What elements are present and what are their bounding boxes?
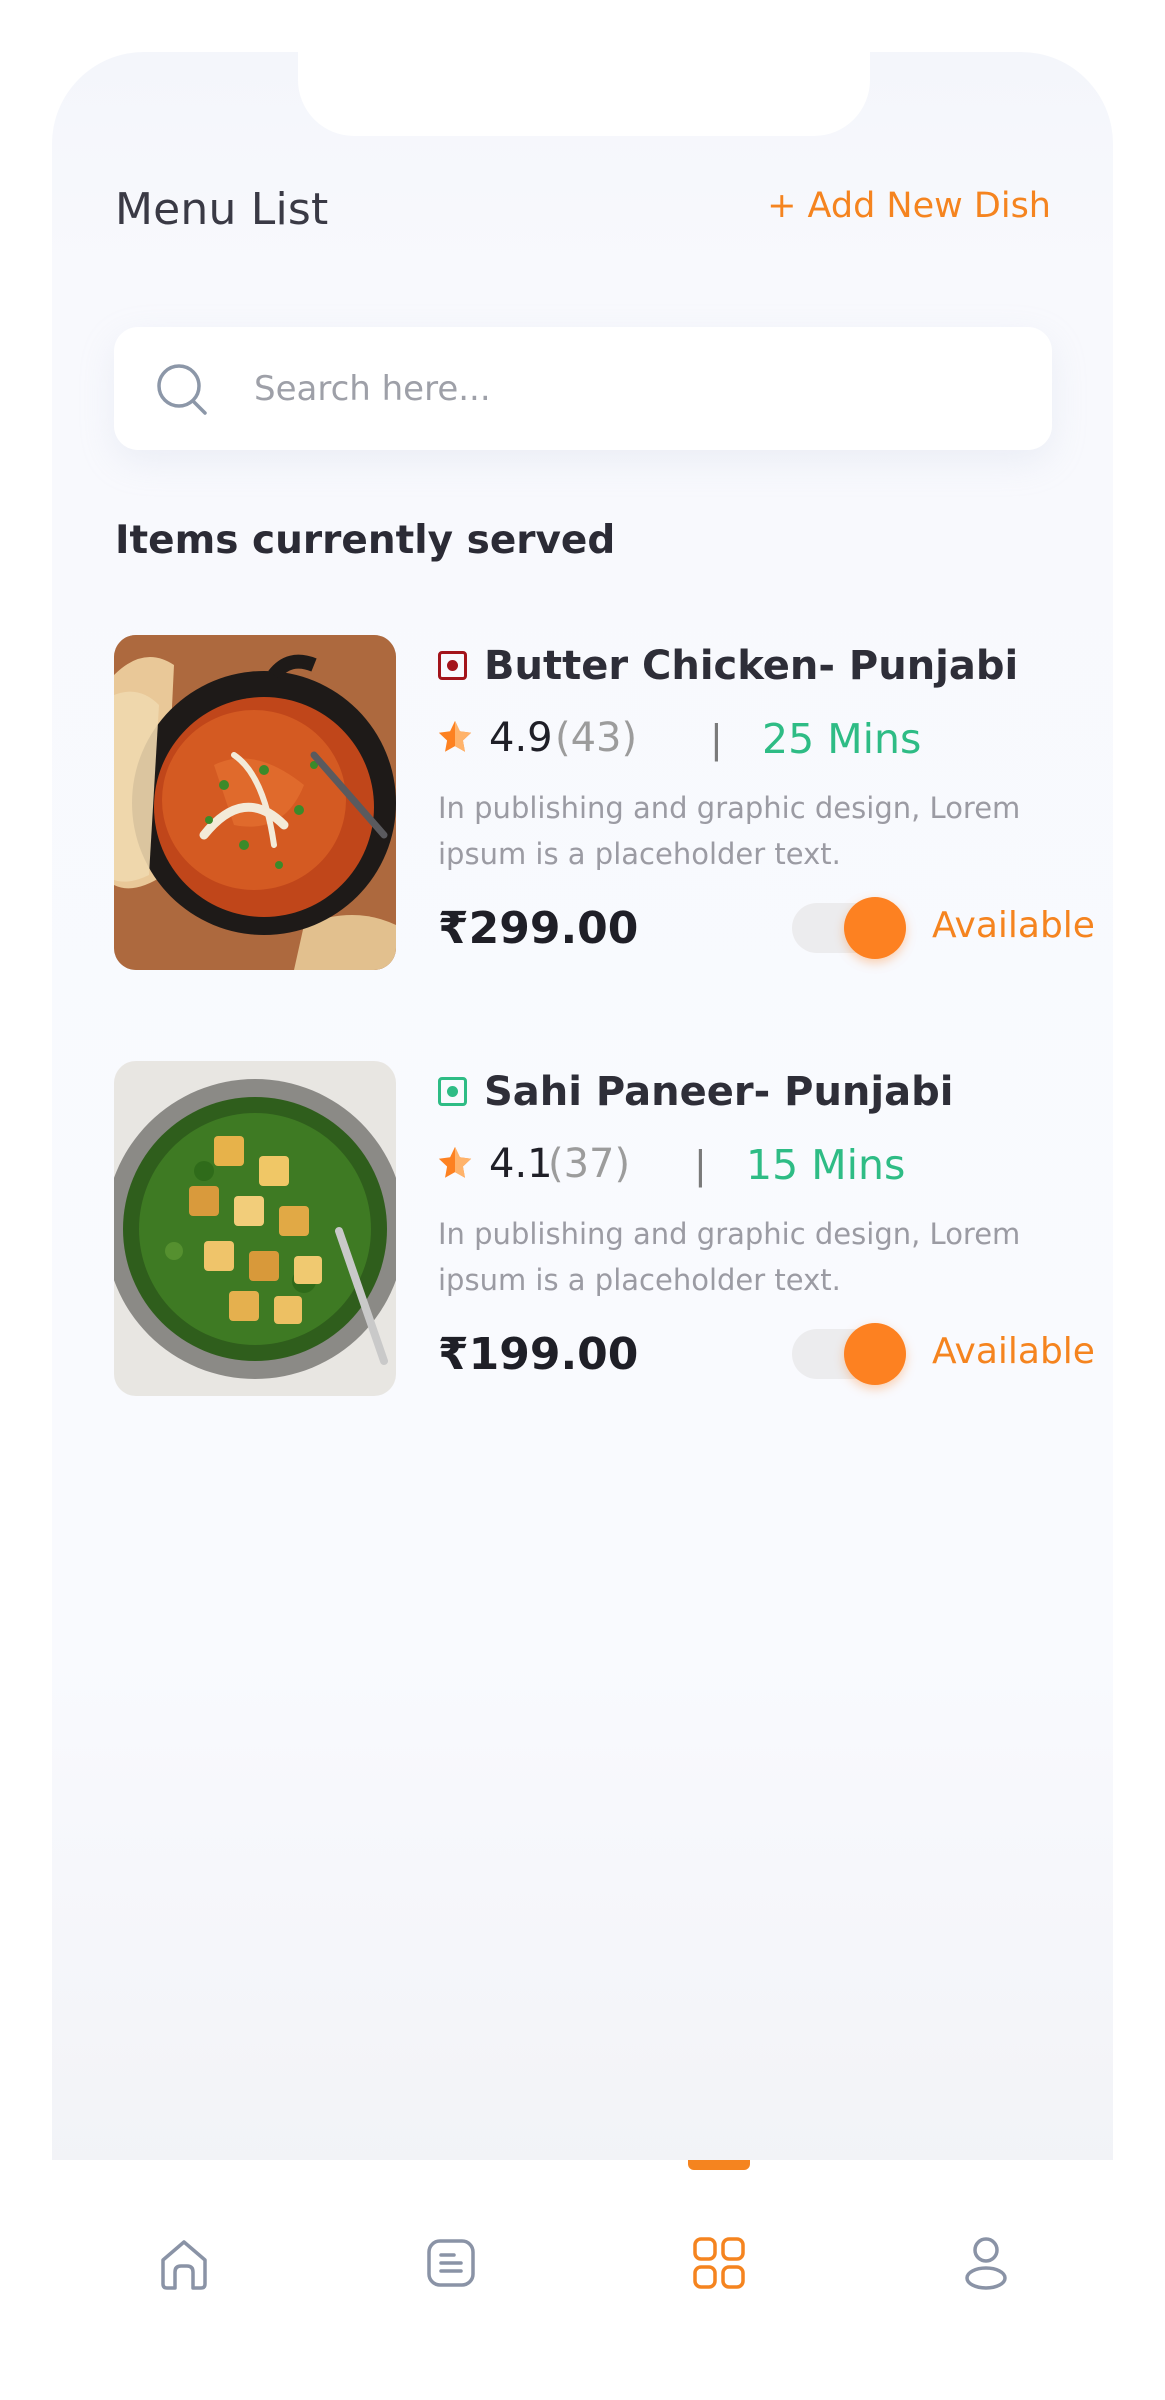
- availability-toggle[interactable]: [792, 897, 906, 959]
- active-tab-indicator: [688, 2160, 750, 2170]
- device-notch: [298, 52, 870, 136]
- availability-toggle[interactable]: [792, 1323, 906, 1385]
- dish-price: ₹299.00: [438, 903, 639, 954]
- toggle-knob: [844, 1323, 906, 1385]
- dish-description: In publishing and graphic design, Lorem …: [438, 1217, 1021, 1297]
- dish-card[interactable]: Sahi Paneer- Punjabi 4.1 (37) | 15 Mins …: [114, 1061, 1095, 1396]
- prep-time: 15 Mins: [746, 1141, 906, 1189]
- availability-label: Available: [932, 905, 1095, 946]
- nav-orders[interactable]: [416, 2228, 486, 2298]
- nav-profile[interactable]: [951, 2228, 1021, 2298]
- orders-icon: [427, 2239, 475, 2287]
- dish-rating: 4.1: [489, 1141, 553, 1187]
- add-new-dish-button[interactable]: + Add New Dish: [767, 186, 1051, 226]
- rating-count: (43): [555, 715, 638, 761]
- menu-grid-icon: [693, 2237, 745, 2289]
- availability-label: Available: [932, 1331, 1095, 1372]
- dish-image: [114, 635, 396, 970]
- dish-name: Sahi Paneer- Punjabi: [484, 1069, 954, 1115]
- bottom-nav: [52, 2160, 1113, 2400]
- prep-time: 25 Mins: [762, 715, 922, 763]
- separator: |: [710, 717, 723, 761]
- search-icon: [157, 364, 207, 415]
- section-title: Items currently served: [115, 518, 616, 563]
- dish-description: In publishing and graphic design, Lorem …: [438, 791, 1021, 871]
- veg-indicator-icon: [438, 1077, 467, 1106]
- non-veg-indicator-icon: [438, 651, 467, 680]
- nav-home[interactable]: [149, 2228, 219, 2298]
- rating-count: (37): [548, 1141, 631, 1187]
- star-icon: [438, 720, 472, 752]
- toggle-knob: [844, 897, 906, 959]
- star-icon: [438, 1146, 472, 1178]
- search-input[interactable]: [254, 327, 1014, 450]
- dish-name: Butter Chicken- Punjabi: [484, 643, 1019, 689]
- home-icon: [161, 2240, 207, 2290]
- profile-icon: [965, 2237, 1007, 2290]
- dish-image: [114, 1061, 396, 1396]
- separator: |: [694, 1143, 707, 1187]
- dish-card[interactable]: Butter Chicken- Punjabi 4.9 (43) | 25 Mi…: [114, 635, 1095, 970]
- phone-screen: Menu List + Add New Dish Items currently…: [52, 52, 1113, 2172]
- page-title: Menu List: [115, 184, 329, 235]
- dish-price: ₹199.00: [438, 1329, 639, 1380]
- nav-menu[interactable]: [684, 2228, 754, 2298]
- dish-rating: 4.9: [489, 715, 553, 761]
- search-bar[interactable]: [114, 327, 1052, 450]
